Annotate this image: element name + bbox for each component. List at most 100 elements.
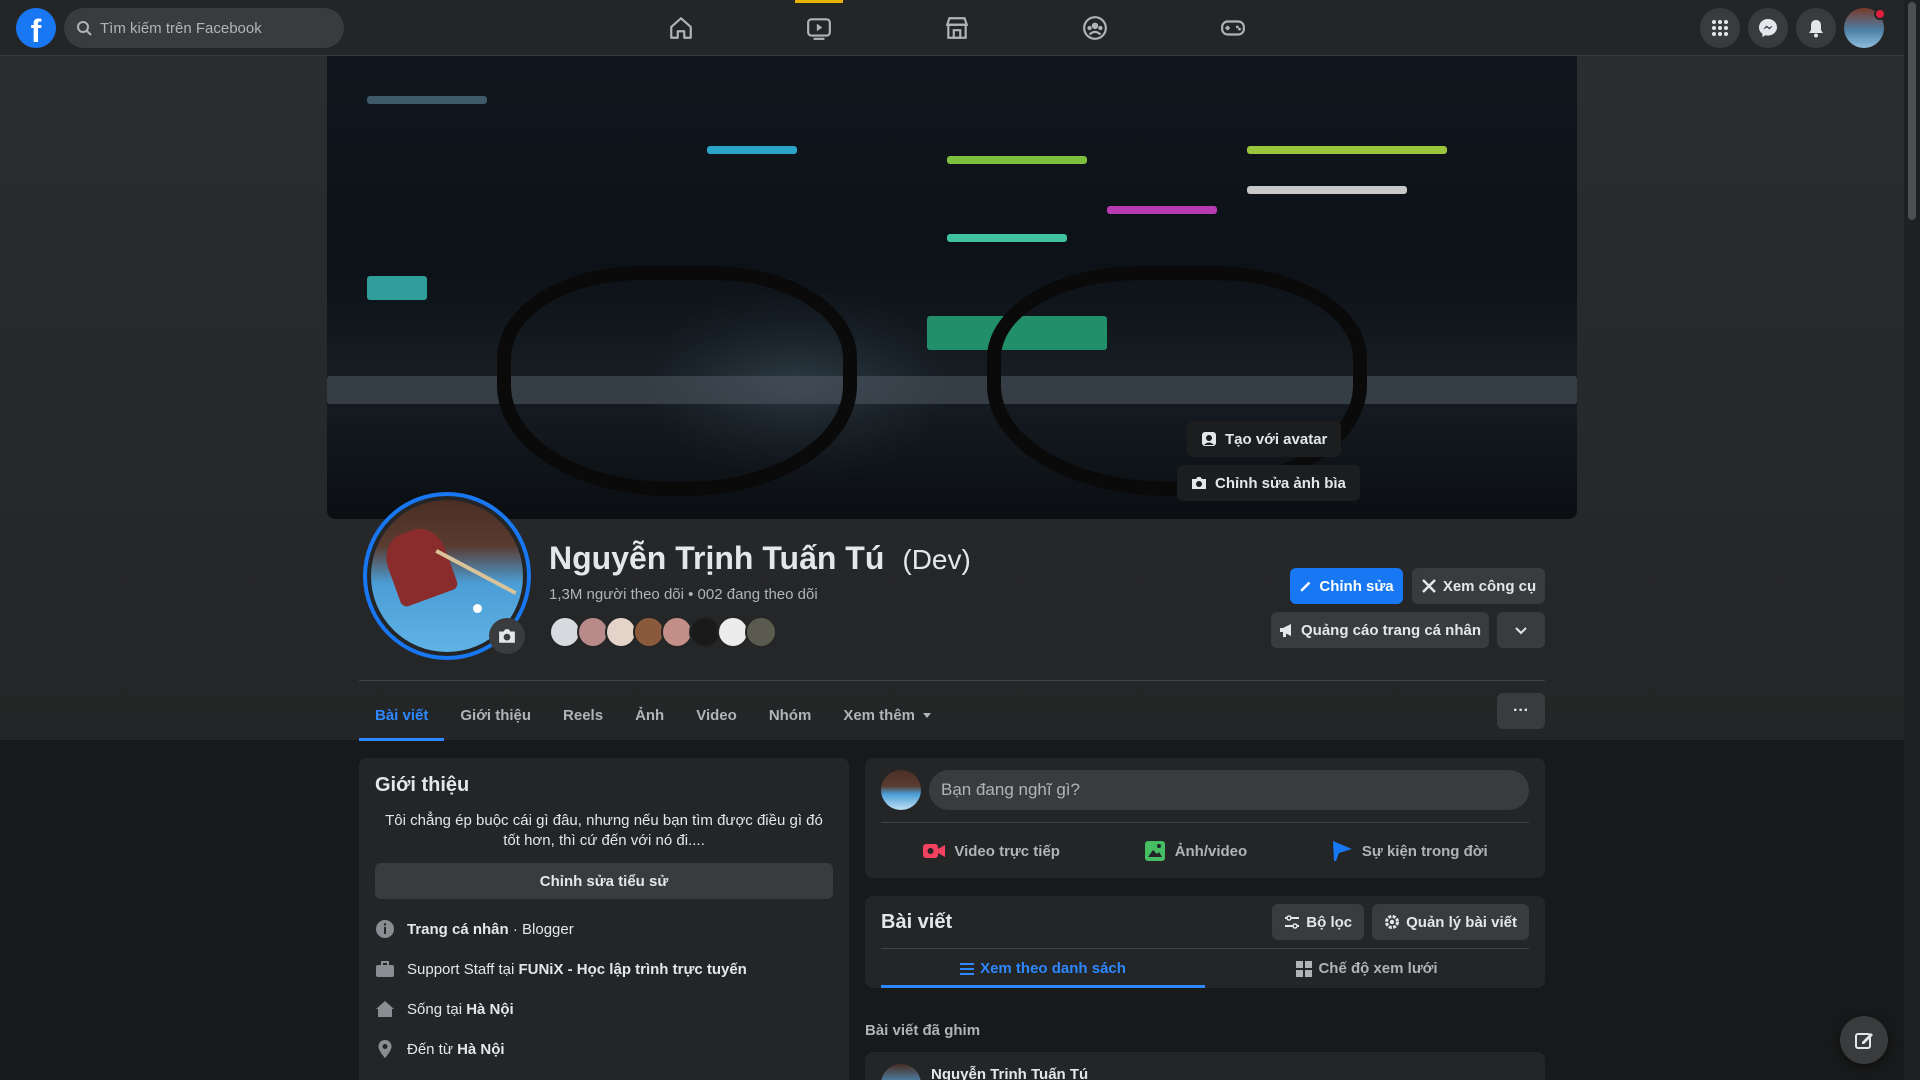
- notification-dot: [1874, 8, 1886, 20]
- new-message-button[interactable]: [1840, 1016, 1888, 1064]
- briefcase-icon: [375, 959, 395, 979]
- main-nav: [612, 0, 1302, 56]
- intro-item-prefix: Support Staff tại: [407, 960, 519, 978]
- search-box[interactable]: [64, 8, 344, 48]
- intro-item-profile-type: Trang cá nhân · Blogger: [375, 919, 833, 939]
- search-icon: [77, 21, 92, 36]
- live-video-icon: [923, 844, 946, 858]
- caret-down-icon: [923, 713, 932, 718]
- tab-label: Reels: [563, 706, 604, 724]
- profile-nickname: (Dev): [902, 544, 971, 575]
- photo-video-label: Ảnh/video: [1174, 842, 1248, 860]
- cover-glasses-left-lens: [497, 266, 857, 496]
- bell-icon: [1809, 20, 1823, 38]
- list-view-tab[interactable]: Xem theo danh sách: [881, 949, 1205, 988]
- grid-view-tab[interactable]: Chế độ xem lưới: [1205, 949, 1529, 988]
- intro-item-prefix: Đến từ: [407, 1040, 458, 1058]
- intro-bio: Tôi chẳng ép buộc cái gì đâu, nhưng nếu …: [385, 812, 823, 849]
- composer-divider: [881, 822, 1529, 823]
- home-icon: [375, 999, 395, 1019]
- nav-groups[interactable]: [1026, 0, 1164, 56]
- live-video-label: Video trực tiếp: [954, 842, 1060, 860]
- posts-title: Bài viết: [881, 910, 953, 933]
- cover-code-line: [947, 156, 1087, 164]
- photo-video-button[interactable]: Ảnh/video: [1143, 831, 1248, 871]
- life-event-label: Sự kiện trong đời: [1361, 842, 1488, 860]
- profile-tabs: Bài viết Giới thiệu Reels Ảnh Video Nhóm…: [359, 690, 949, 741]
- photo-person: [378, 521, 460, 609]
- account-avatar[interactable]: [1844, 8, 1886, 48]
- view-tools-label: Xem công cụ: [1442, 577, 1537, 595]
- menu-button[interactable]: [1700, 8, 1740, 48]
- tab-reels[interactable]: Reels: [547, 690, 619, 740]
- camera-icon: [1192, 477, 1206, 489]
- intro-card: Giới thiệu Tôi chẳng ép buộc cái gì đâu,…: [359, 758, 849, 1080]
- promote-profile-label: Quảng cáo trang cá nhân: [1300, 621, 1482, 639]
- live-video-button[interactable]: Video trực tiếp: [922, 831, 1060, 871]
- nav-gaming[interactable]: [1164, 0, 1302, 56]
- tab-label: Video: [696, 706, 737, 724]
- tab-label: Xem thêm: [843, 706, 916, 724]
- intro-item-lives-in: Sống tại Hà Nội: [375, 999, 833, 1019]
- intro-item-link[interactable]: FUNiX - Học lập trình trực tuyến: [518, 961, 746, 978]
- life-event-button[interactable]: Sự kiện trong đời: [1330, 831, 1488, 871]
- tab-label: Giới thiệu: [460, 706, 532, 724]
- page-scrollbar[interactable]: [1904, 0, 1920, 1080]
- update-profile-picture-button[interactable]: [489, 618, 525, 654]
- follower-count[interactable]: 1,3M người theo dõi • 002 đang theo dõi: [549, 586, 818, 603]
- intro-item-link[interactable]: Hà Nội: [457, 1041, 505, 1058]
- gear-icon: [1385, 915, 1400, 929]
- profile-name-row: Nguyễn Trịnh Tuấn Tú (Dev): [549, 540, 971, 577]
- chevron-down-icon: [1515, 627, 1527, 635]
- home-icon: [670, 17, 692, 39]
- facebook-logo[interactable]: f: [16, 8, 56, 48]
- profile-more-button[interactable]: ···: [1497, 693, 1545, 729]
- follower-avatars[interactable]: [549, 616, 777, 648]
- edit-profile-button[interactable]: Chỉnh sửa: [1290, 568, 1403, 604]
- follower-avatar[interactable]: [745, 616, 777, 648]
- promote-profile-button[interactable]: Quảng cáo trang cá nhân: [1271, 612, 1489, 648]
- edit-cover-button[interactable]: Chỉnh sửa ảnh bìa: [1177, 465, 1360, 501]
- compose-icon: [1855, 1033, 1873, 1049]
- cover-code-line: [1107, 206, 1217, 214]
- cover-photo[interactable]: Tạo với avatar Chỉnh sửa ảnh bìa: [327, 56, 1577, 519]
- megaphone-icon: [1279, 624, 1291, 637]
- composer-input[interactable]: Bạn đang nghĩ gì?: [929, 770, 1529, 810]
- messenger-icon: [1759, 19, 1777, 37]
- cover-code-line: [1247, 146, 1447, 154]
- intro-item-link[interactable]: Hà Nội: [466, 1001, 514, 1018]
- post-author-avatar[interactable]: [881, 1064, 921, 1080]
- info-icon: [375, 919, 395, 939]
- pinned-posts-label: Bài viết đã ghim: [865, 1022, 981, 1039]
- cover-code-line: [367, 96, 487, 104]
- tab-photos[interactable]: Ảnh: [619, 690, 680, 740]
- tab-posts[interactable]: Bài viết: [359, 690, 445, 741]
- nav-home[interactable]: [612, 0, 750, 56]
- filter-button[interactable]: Bộ lọc: [1272, 904, 1365, 940]
- composer-avatar[interactable]: [881, 770, 921, 810]
- nav-watch[interactable]: [750, 0, 888, 56]
- scrollbar-thumb[interactable]: [1908, 2, 1916, 220]
- messenger-button[interactable]: [1748, 8, 1788, 48]
- more-options-dropdown[interactable]: [1497, 612, 1545, 648]
- tab-about[interactable]: Giới thiệu: [444, 690, 547, 740]
- account-controls: [1700, 8, 1886, 48]
- search-input[interactable]: [100, 19, 320, 37]
- create-with-avatar-button[interactable]: Tạo với avatar: [1187, 421, 1342, 457]
- nav-marketplace[interactable]: [888, 0, 1026, 56]
- grid-view-label: Chế độ xem lưới: [1318, 960, 1438, 977]
- edit-bio-button[interactable]: Chỉnh sửa tiểu sử: [375, 863, 833, 899]
- tools-icon: [1421, 579, 1436, 593]
- tab-groups[interactable]: Nhóm: [753, 690, 828, 740]
- edit-cover-label: Chỉnh sửa ảnh bìa: [1215, 474, 1346, 492]
- post-author-name[interactable]: Nguyễn Trịnh Tuấn Tú: [931, 1066, 1088, 1080]
- intro-item-prefix: Sống tại: [407, 1000, 467, 1018]
- view-tools-button[interactable]: Xem công cụ: [1412, 568, 1545, 604]
- manage-posts-button[interactable]: Quản lý bài viết: [1372, 904, 1529, 940]
- notifications-button[interactable]: [1796, 8, 1836, 48]
- filter-icon: [1285, 915, 1300, 929]
- intro-item-from: Đến từ Hà Nội: [375, 1039, 833, 1059]
- tab-see-more[interactable]: Xem thêm: [827, 690, 949, 740]
- tab-videos[interactable]: Video: [680, 690, 753, 740]
- list-view-label: Xem theo danh sách: [980, 960, 1126, 977]
